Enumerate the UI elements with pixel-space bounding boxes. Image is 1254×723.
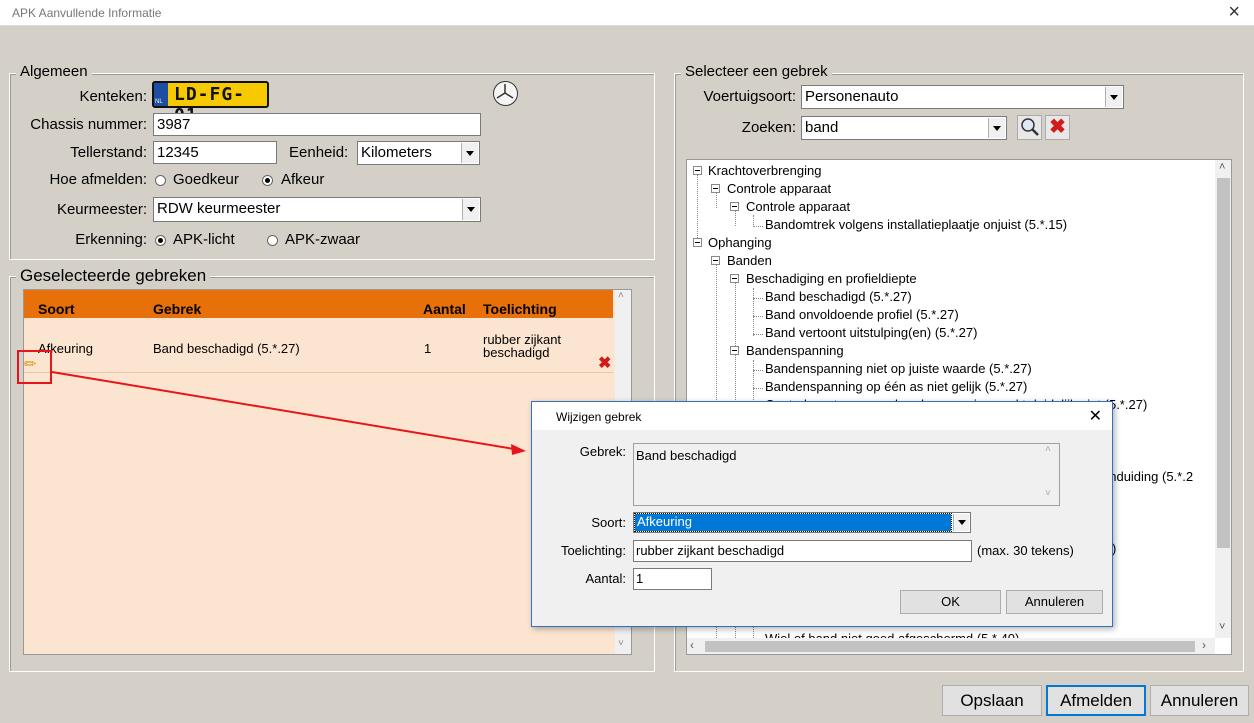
dialog-title: Wijzigen gebrek [556,410,642,424]
scroll-down-icon[interactable]: ˅ [1045,488,1051,499]
dialog-close-icon[interactable]: ✕ [1089,406,1102,426]
dialog-aantal-input[interactable]: 1 [633,568,712,590]
tree-expander[interactable] [693,166,702,175]
tree-node[interactable]: Bandenspanning niet op juiste waarde (5.… [765,361,1032,376]
dialog-annuleren-button[interactable]: Annuleren [1006,590,1103,614]
chevron-down-icon[interactable] [1105,87,1122,107]
tree-line [753,370,763,371]
tree-expander[interactable] [730,346,739,355]
tree-expander[interactable] [693,238,702,247]
tree-line [753,226,763,227]
tree-line [753,298,763,299]
tree-expander[interactable] [730,202,739,211]
dialog-titlebar: Wijzigen gebrek [532,402,1112,430]
dialog-soort-select[interactable]: Afkeuring [633,512,971,533]
search-button[interactable] [1017,115,1042,140]
scroll-thumb[interactable] [705,641,1195,652]
annuleren-button[interactable]: Annuleren [1150,685,1249,716]
scroll-down-icon[interactable]: ˅ [1219,621,1225,633]
chevron-down-icon[interactable] [953,514,969,531]
clear-search-button[interactable]: ✖ [1045,115,1070,140]
zoeken-input[interactable]: band [801,116,1007,140]
tree-node[interactable]: Banden [727,253,772,268]
tree-node[interactable]: Bandomtrek volgens installatieplaatje on… [765,217,1067,232]
opslaan-button[interactable]: Opslaan [942,685,1042,716]
scroll-left-icon[interactable]: ‹ [690,638,694,652]
tree-node[interactable]: Controle apparaat [746,199,850,214]
tree-node[interactable]: Bandenspanning op één as niet gelijk (5.… [765,379,1027,394]
tree-node[interactable]: Krachtoverbrenging [708,163,821,178]
selecteer-legend: Selecteer een gebrek [681,63,832,80]
tree-node[interactable]: Beschadiging en profieldiepte [746,271,917,286]
tree-node[interactable]: Band vertoont uitstulping(en) (5.*.27) [765,325,977,340]
scroll-thumb[interactable] [1217,178,1230,548]
tree-expander[interactable] [711,184,720,193]
afmelden-button[interactable]: Afmelden [1046,685,1146,716]
tree-line [753,316,763,317]
tree-vscrollbar[interactable]: ˄ ˅ [1215,160,1231,638]
tree-line [753,388,763,389]
scroll-up-icon[interactable]: ˄ [1045,444,1051,455]
voertuigsoort-label: Voertuigsoort: [703,88,796,105]
tree-node[interactable]: Bandenspanning [746,343,844,358]
tree-expander[interactable] [711,256,720,265]
tree-hscrollbar[interactable]: ‹ › [687,638,1215,654]
scroll-right-icon[interactable]: › [1202,638,1206,652]
tree-node[interactable]: Band beschadigd (5.*.27) [765,289,912,304]
chevron-down-icon[interactable] [988,118,1005,138]
dialog-toelichting-hint: (max. 30 tekens) [977,543,1074,558]
tree-expander[interactable] [730,274,739,283]
tree-line [697,170,698,244]
tree-node[interactable]: anduiding (5.*.2 [1102,469,1193,484]
tree-line [753,334,763,335]
dialog-soort-value: Afkeuring [634,513,952,532]
tree-node[interactable]: Band onvoldoende profiel (5.*.27) [765,307,959,322]
tree-node[interactable]: Ophanging [708,235,772,250]
dialog-aantal-label: Aantal: [585,571,626,586]
zoeken-label: Zoeken: [741,119,796,136]
dialog-ok-button[interactable]: OK [900,590,1001,614]
voertuigsoort-select[interactable]: Personenauto [801,85,1124,109]
tree-line [753,288,754,336]
search-icon [1021,118,1039,136]
wijzigen-gebrek-dialog: Wijzigen gebrek ✕ Gebrek: Band beschadig… [531,401,1113,627]
tree-node[interactable]: Controle apparaat [727,181,831,196]
dialog-gebrek-textarea[interactable]: Band beschadigd ˄ ˅ [633,443,1060,506]
scroll-up-icon[interactable]: ˄ [1219,161,1225,173]
dialog-soort-label: Soort: [591,515,626,530]
clear-icon: ✖ [1049,116,1066,138]
dialog-toelichting-label: Toelichting: [560,543,626,558]
dialog-toelichting-input[interactable]: rubber zijkant beschadigd [633,540,972,562]
dialog-gebrek-value: Band beschadigd [636,448,737,463]
dialog-gebrek-label: Gebrek: [579,444,626,459]
